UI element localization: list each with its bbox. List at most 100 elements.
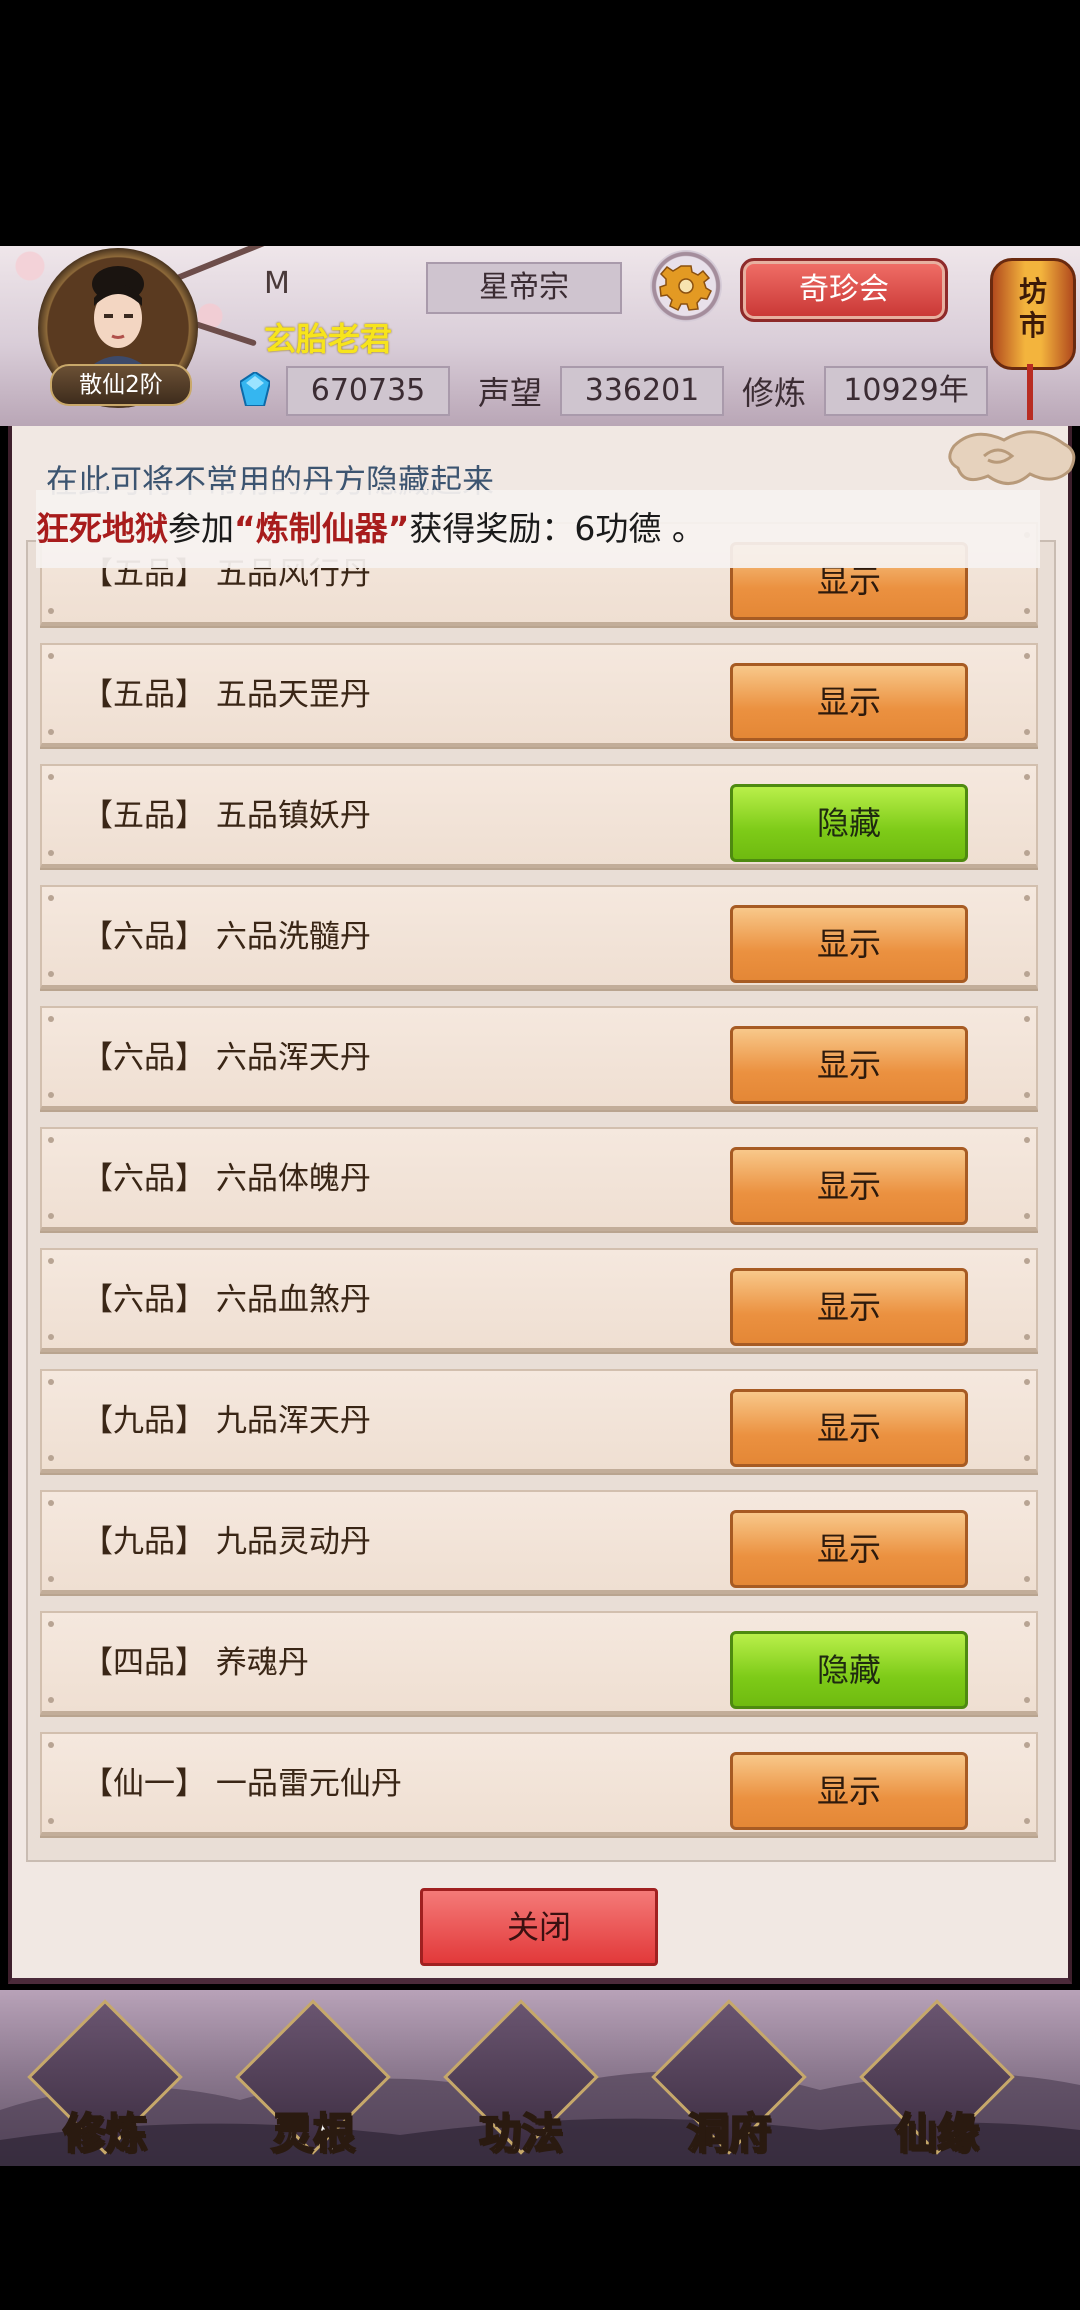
sect-name[interactable]: 星帝宗 <box>426 262 622 314</box>
row-rivet-decoration <box>48 1697 54 1703</box>
recipe-row: 【六品】 六品血煞丹 显示 <box>40 1248 1038 1352</box>
spirit-stone-count: 670735 <box>286 366 450 416</box>
recipe-row: 【九品】 九品浑天丹 显示 <box>40 1369 1038 1473</box>
row-rivet-decoration <box>48 1455 54 1461</box>
hide-recipe-button[interactable]: 隐藏 <box>730 784 968 862</box>
nav-item[interactable]: 仙缘 <box>859 1999 1015 2164</box>
player-initial: M <box>264 266 290 301</box>
row-rivet-decoration <box>48 1213 54 1219</box>
row-rivet-decoration <box>1024 1379 1030 1385</box>
show-recipe-button[interactable]: 显示 <box>730 1389 968 1467</box>
prestige-label: 声望 <box>478 374 543 412</box>
row-rivet-decoration <box>48 895 54 901</box>
market-lantern-button[interactable]: 坊市 <box>990 258 1076 370</box>
row-rivet-decoration <box>48 1742 54 1748</box>
row-rivet-decoration <box>1024 850 1030 856</box>
character-portrait-icon <box>84 266 152 372</box>
cloud-decoration <box>948 430 1076 485</box>
recipe-name: 【六品】 六品血煞丹 <box>82 1282 371 1318</box>
broadcast-ticker: 狂死地狱参加“炼制仙器”获得奖励：6功德 。 <box>36 490 1040 568</box>
nav-item-label: 洞府 <box>686 2108 772 2159</box>
nav-item-label: 修炼 <box>62 2108 148 2159</box>
row-rivet-decoration <box>1024 1576 1030 1582</box>
row-rivet-decoration <box>48 608 54 614</box>
recipe-name: 【仙一】 一品雷元仙丹 <box>82 1766 402 1802</box>
recipe-name: 【六品】 六品浑天丹 <box>82 1040 371 1076</box>
row-rivet-decoration <box>48 774 54 780</box>
cultivation-label: 修炼 <box>742 374 807 412</box>
treasure-auction-button[interactable]: 奇珍会 <box>740 258 948 322</box>
row-rivet-decoration <box>1024 1697 1030 1703</box>
row-rivet-decoration <box>1024 1621 1030 1627</box>
recipe-name: 【六品】 六品洗髓丹 <box>82 919 371 955</box>
show-recipe-button[interactable]: 显示 <box>730 1268 968 1346</box>
player-name: 玄胎老君 <box>264 320 393 358</box>
nav-item[interactable]: 灵根 <box>235 1999 391 2164</box>
recipe-row: 【六品】 六品体魄丹 显示 <box>40 1127 1038 1231</box>
nav-item[interactable]: 洞府 <box>651 1999 807 2164</box>
row-rivet-decoration <box>1024 1213 1030 1219</box>
ticker-text: 参加 <box>168 509 234 548</box>
row-rivet-decoration <box>1024 1258 1030 1264</box>
ticker-event: “炼制仙器” <box>234 509 410 548</box>
row-rivet-decoration <box>48 850 54 856</box>
recipe-name: 【九品】 九品灵动丹 <box>82 1524 371 1560</box>
spirit-stone-icon <box>240 372 270 406</box>
row-rivet-decoration <box>48 1092 54 1098</box>
recipe-name: 【六品】 六品体魄丹 <box>82 1161 371 1197</box>
show-recipe-button[interactable]: 显示 <box>730 663 968 741</box>
recipe-name: 【五品】 五品镇妖丹 <box>82 798 371 834</box>
row-rivet-decoration <box>1024 1016 1030 1022</box>
row-rivet-decoration <box>48 1576 54 1582</box>
row-rivet-decoration <box>48 971 54 977</box>
row-rivet-decoration <box>48 1621 54 1627</box>
recipe-name: 【五品】 五品天罡丹 <box>82 677 371 713</box>
nav-item-label: 功法 <box>478 2108 564 2159</box>
hide-recipe-button[interactable]: 隐藏 <box>730 1631 968 1709</box>
row-rivet-decoration <box>1024 1742 1030 1748</box>
show-recipe-button[interactable]: 显示 <box>730 905 968 983</box>
row-rivet-decoration <box>48 1500 54 1506</box>
row-rivet-decoration <box>1024 1455 1030 1461</box>
row-rivet-decoration <box>1024 653 1030 659</box>
cultivation-value: 10929年 <box>824 366 988 416</box>
row-rivet-decoration <box>48 1334 54 1340</box>
row-rivet-decoration <box>1024 895 1030 901</box>
row-rivet-decoration <box>48 729 54 735</box>
recipe-name: 【四品】 养魂丹 <box>82 1645 309 1681</box>
gear-icon <box>659 265 712 312</box>
recipe-row: 【五品】 五品天罡丹 显示 <box>40 643 1038 747</box>
row-rivet-decoration <box>1024 729 1030 735</box>
row-rivet-decoration <box>48 1016 54 1022</box>
row-rivet-decoration <box>1024 1092 1030 1098</box>
nav-item-label: 仙缘 <box>894 2108 980 2159</box>
recipe-row: 【九品】 九品灵动丹 显示 <box>40 1490 1038 1594</box>
rank-badge: 散仙2阶 <box>50 364 192 406</box>
row-rivet-decoration <box>1024 1500 1030 1506</box>
recipe-row: 【六品】 六品洗髓丹 显示 <box>40 885 1038 989</box>
ticker-reward: 获得奖励：6功德 。 <box>409 509 705 548</box>
close-button[interactable]: 关闭 <box>420 1888 658 1966</box>
lantern-tassel-decoration <box>1027 364 1033 420</box>
recipe-row: 【六品】 六品浑天丹 显示 <box>40 1006 1038 1110</box>
row-rivet-decoration <box>48 1818 54 1824</box>
recipe-name: 【九品】 九品浑天丹 <box>82 1403 371 1439</box>
nav-item-label: 灵根 <box>270 2108 356 2159</box>
show-recipe-button[interactable]: 显示 <box>730 1147 968 1225</box>
nav-item[interactable]: 功法 <box>443 1999 599 2164</box>
nav-item[interactable]: 修炼 <box>27 1999 183 2164</box>
recipe-row: 【四品】 养魂丹 隐藏 <box>40 1611 1038 1715</box>
show-recipe-button[interactable]: 显示 <box>730 1752 968 1830</box>
show-recipe-button[interactable]: 显示 <box>730 1510 968 1588</box>
recipe-row: 【五品】 五品镇妖丹 隐藏 <box>40 764 1038 868</box>
ticker-player-name: 狂死地狱 <box>36 509 168 548</box>
row-rivet-decoration <box>1024 1137 1030 1143</box>
row-rivet-decoration <box>48 1137 54 1143</box>
row-rivet-decoration <box>1024 1818 1030 1824</box>
show-recipe-button[interactable]: 显示 <box>730 1026 968 1104</box>
row-rivet-decoration <box>1024 608 1030 614</box>
row-rivet-decoration <box>1024 971 1030 977</box>
settings-button[interactable] <box>650 250 722 322</box>
market-label: 坊市 <box>1018 275 1047 342</box>
row-rivet-decoration <box>1024 774 1030 780</box>
